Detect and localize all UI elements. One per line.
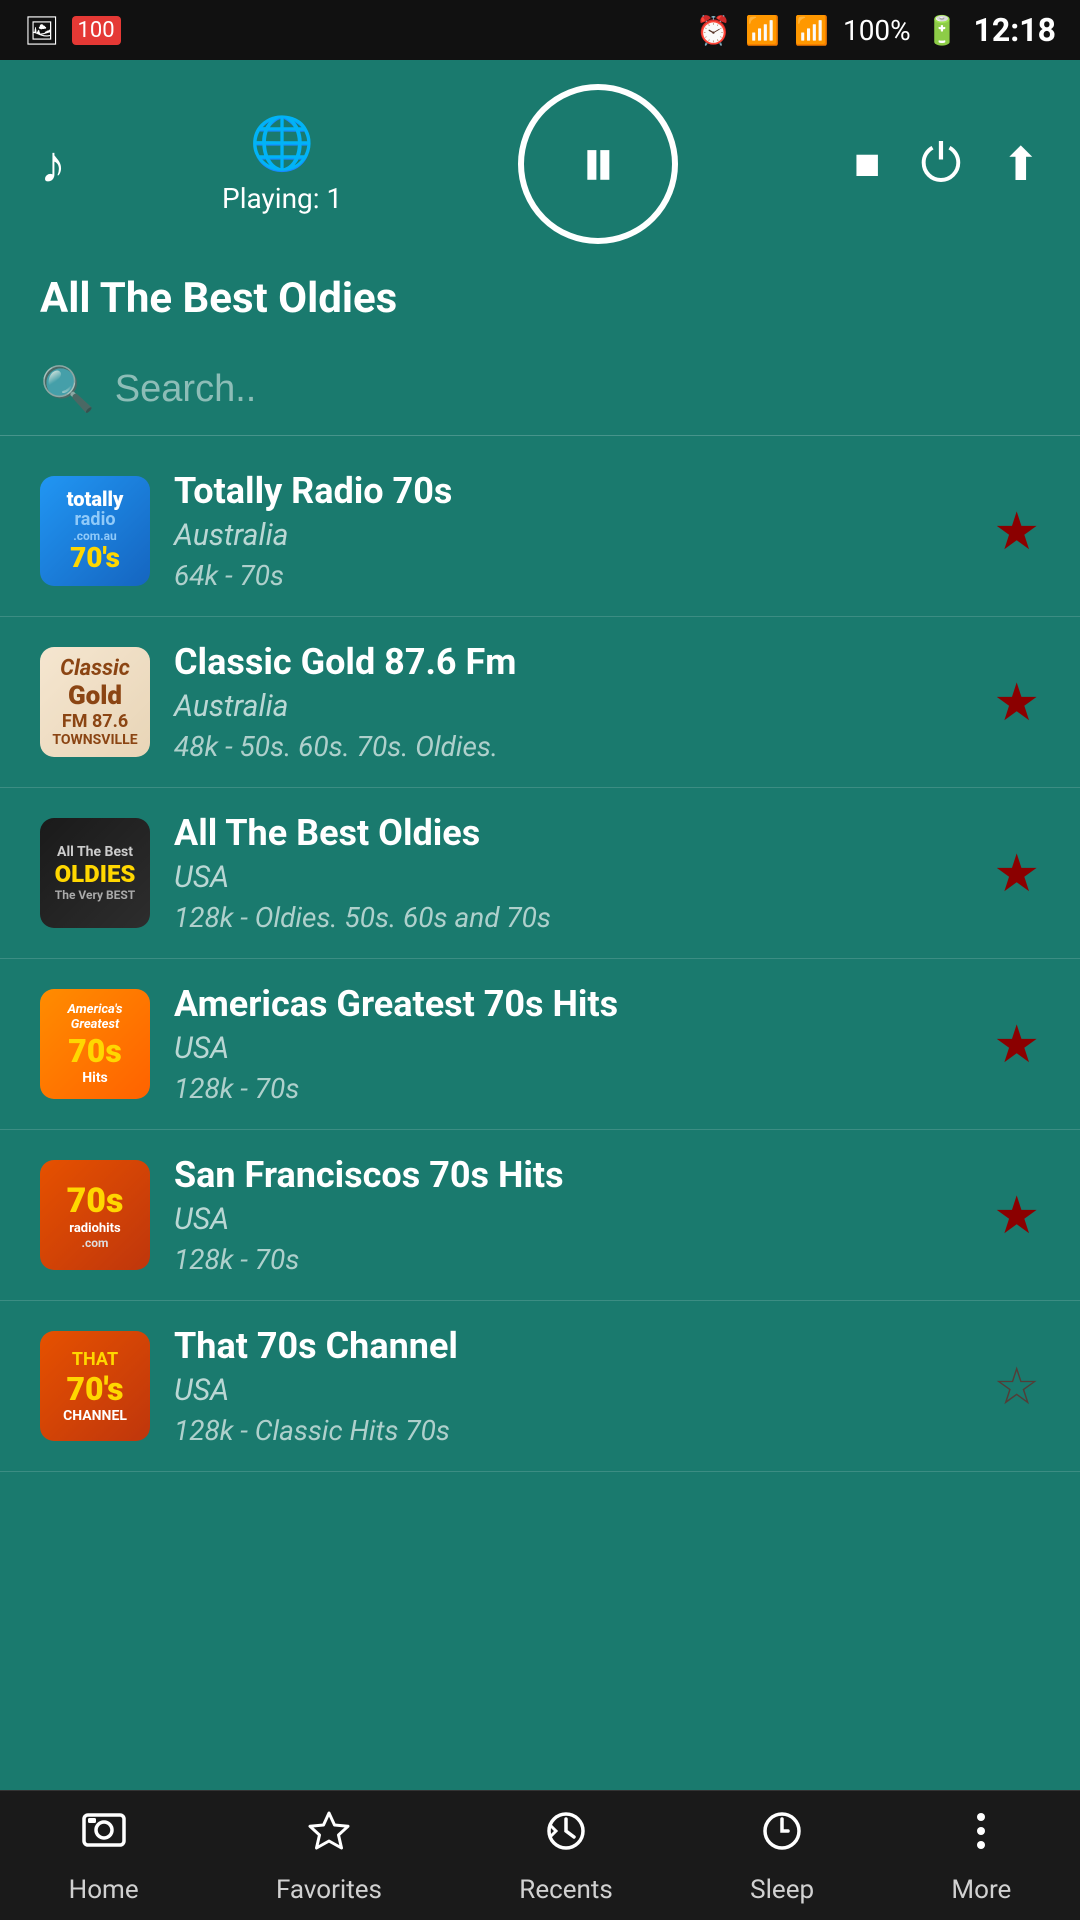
- nav-label-favorites: Favorites: [276, 1875, 382, 1905]
- station-item[interactable]: Classic Gold FM 87.6 TOWNSVILLE Classic …: [0, 617, 1080, 788]
- radio-app-icon: 100: [72, 16, 121, 45]
- station-info: Classic Gold 87.6 Fm Australia 48k - 50s…: [174, 641, 969, 763]
- station-info: Totally Radio 70s Australia 64k - 70s: [174, 470, 969, 592]
- share-button[interactable]: ⬆: [1001, 137, 1040, 192]
- globe-icon: 🌐: [250, 113, 315, 174]
- favorite-button[interactable]: ★: [993, 672, 1040, 733]
- home-icon: [80, 1807, 128, 1867]
- station-logo: America's Greatest 70s Hits: [40, 989, 150, 1099]
- station-meta: 48k - 50s. 60s. 70s. Oldies.: [174, 730, 969, 763]
- station-name: That 70s Channel: [174, 1325, 969, 1367]
- nav-label-more: More: [951, 1875, 1011, 1905]
- station-country: USA: [174, 1031, 969, 1066]
- wifi-icon: 📶: [745, 14, 780, 47]
- station-name: All The Best Oldies: [174, 812, 969, 854]
- station-country: USA: [174, 860, 969, 895]
- pause-button[interactable]: ⏸: [518, 84, 678, 244]
- station-country: Australia: [174, 689, 969, 724]
- right-controls: ⏹ ⏻ ⬆: [854, 133, 1040, 195]
- top-controls: ♪ 🌐 Playing: 1 ⏸ ⏹ ⏻ ⬆: [0, 60, 1080, 264]
- bottom-nav: Home Favorites Recents Sleep: [0, 1790, 1080, 1920]
- station-logo: 70s radiohits .com: [40, 1160, 150, 1270]
- power-button[interactable]: ⏻: [920, 133, 961, 195]
- station-name: Totally Radio 70s: [174, 470, 969, 512]
- recents-icon: [542, 1807, 590, 1867]
- station-logo: All The Best OLDIES The Very BEST: [40, 818, 150, 928]
- music-note-icon: ♪: [40, 134, 66, 195]
- playing-label: Playing: 1: [222, 182, 342, 215]
- sleep-icon: [758, 1807, 806, 1867]
- nav-label-sleep: Sleep: [750, 1875, 814, 1905]
- station-meta: 128k - 70s: [174, 1072, 969, 1105]
- music-note-section: ♪: [40, 134, 66, 195]
- station-title: All The Best Oldies: [0, 264, 1080, 343]
- battery-icon: 🔋: [925, 14, 960, 47]
- search-icon: 🔍: [40, 363, 95, 415]
- station-info: Americas Greatest 70s Hits USA 128k - 70…: [174, 983, 969, 1105]
- favorite-button[interactable]: ★: [993, 501, 1040, 562]
- favorite-button[interactable]: ☆: [993, 1356, 1040, 1417]
- station-meta: 128k - Oldies. 50s. 60s and 70s: [174, 901, 969, 934]
- more-icon: [957, 1807, 1005, 1867]
- station-logo: THAT 70's CHANNEL: [40, 1331, 150, 1441]
- nav-item-recents[interactable]: Recents: [519, 1807, 613, 1905]
- status-right-icons: ⏰ 📶 📶 100% 🔋 12:18: [696, 11, 1056, 49]
- favorite-button[interactable]: ★: [993, 1014, 1040, 1075]
- station-item[interactable]: 70s radiohits .com San Franciscos 70s Hi…: [0, 1130, 1080, 1301]
- station-country: USA: [174, 1202, 969, 1237]
- station-list: totally radio .com.au 70's Totally Radio…: [0, 446, 1080, 1790]
- station-country: Australia: [174, 518, 969, 553]
- station-name: Classic Gold 87.6 Fm: [174, 641, 969, 683]
- search-bar: 🔍: [0, 343, 1080, 436]
- nav-item-more[interactable]: More: [951, 1807, 1011, 1905]
- station-meta: 128k - Classic Hits 70s: [174, 1414, 969, 1447]
- nav-item-home[interactable]: Home: [69, 1807, 139, 1905]
- nav-label-recents: Recents: [519, 1875, 613, 1905]
- favorite-button[interactable]: ★: [993, 1185, 1040, 1246]
- station-meta: 64k - 70s: [174, 559, 969, 592]
- photo-icon: 🖼: [24, 14, 60, 47]
- battery-label: 100%: [843, 14, 911, 47]
- nav-item-favorites[interactable]: Favorites: [276, 1807, 382, 1905]
- main-content: ♪ 🌐 Playing: 1 ⏸ ⏹ ⏻ ⬆ All The Best Oldi…: [0, 60, 1080, 1790]
- station-item[interactable]: All The Best OLDIES The Very BEST All Th…: [0, 788, 1080, 959]
- station-item[interactable]: America's Greatest 70s Hits Americas Gre…: [0, 959, 1080, 1130]
- station-info: That 70s Channel USA 128k - Classic Hits…: [174, 1325, 969, 1447]
- nav-label-home: Home: [69, 1875, 139, 1905]
- station-logo: Classic Gold FM 87.6 TOWNSVILLE: [40, 647, 150, 757]
- favorite-button[interactable]: ★: [993, 843, 1040, 904]
- status-bar: 🖼 100 ⏰ 📶 📶 100% 🔋 12:18: [0, 0, 1080, 60]
- station-item[interactable]: THAT 70's CHANNEL That 70s Channel USA 1…: [0, 1301, 1080, 1472]
- station-item[interactable]: totally radio .com.au 70's Totally Radio…: [0, 446, 1080, 617]
- station-country: USA: [174, 1373, 969, 1408]
- search-input[interactable]: [115, 368, 1040, 411]
- favorites-icon: [305, 1807, 353, 1867]
- signal-icon: 📶: [794, 14, 829, 47]
- station-info: All The Best Oldies USA 128k - Oldies. 5…: [174, 812, 969, 934]
- status-time: 12:18: [974, 11, 1056, 49]
- nav-item-sleep[interactable]: Sleep: [750, 1807, 814, 1905]
- station-logo: totally radio .com.au 70's: [40, 476, 150, 586]
- station-name: San Franciscos 70s Hits: [174, 1154, 969, 1196]
- station-info: San Franciscos 70s Hits USA 128k - 70s: [174, 1154, 969, 1276]
- status-left-icons: 🖼 100: [24, 14, 121, 47]
- globe-section[interactable]: 🌐 Playing: 1: [222, 113, 342, 215]
- station-name: Americas Greatest 70s Hits: [174, 983, 969, 1025]
- alarm-icon: ⏰: [696, 14, 731, 47]
- stop-button[interactable]: ⏹: [854, 133, 880, 195]
- station-meta: 128k - 70s: [174, 1243, 969, 1276]
- pause-icon: ⏸: [580, 122, 616, 206]
